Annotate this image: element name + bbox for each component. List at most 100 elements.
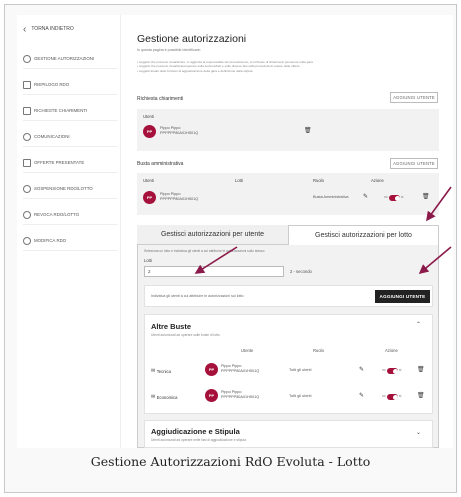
row-category: ✉ Tecnica: [151, 368, 171, 374]
toggle-off-label: no: [382, 394, 386, 398]
lotto-tab-panel: Seleziona un lotto e individua gli utent…: [137, 245, 439, 448]
toggle-knob: [393, 368, 398, 374]
sidebar-item-label: SOSPENSIONE RDO/LOTTO: [34, 186, 93, 191]
back-link[interactable]: ‹ TORNA INDIETRO: [23, 21, 115, 37]
pencil-icon[interactable]: ✎: [359, 392, 364, 399]
page-title: Gestione autorizzazioni: [137, 33, 247, 45]
avatar: PP: [143, 125, 156, 138]
category-label: Tecnica: [156, 368, 171, 374]
sidebar-item-modifica-rdo[interactable]: MODIFICA RDO: [23, 231, 117, 251]
accordion-title[interactable]: Altre Buste: [151, 322, 191, 331]
sidebar-item-label: COMUNICAZIONI: [34, 134, 70, 139]
user-code: PPPPPP80A01H501Q: [160, 130, 199, 135]
avatar: PP: [143, 191, 156, 204]
sidebar-item-gestione-autorizzazioni[interactable]: GESTIONE AUTORIZZAZIONI: [23, 49, 117, 69]
chevron-up-icon[interactable]: ⌃: [416, 321, 421, 328]
permission-toggle[interactable]: no si: [382, 368, 402, 374]
toggle-on-label: si: [401, 195, 404, 199]
busta-users-box: Utenti Lotti Ruolo Azione PP Pippo Pippo…: [137, 173, 439, 215]
user-role: Tutti gli utenti: [289, 394, 312, 398]
aggiudicazione-accordion: Aggiudicazione e Stipula Utenti autorizz…: [144, 420, 433, 448]
sidebar-item-label: MODIFICA RDO: [34, 238, 67, 243]
avatar: PP: [205, 389, 218, 402]
lotto-instruction: Seleziona un lotto e individua gli utent…: [144, 249, 265, 253]
sidebar-item-offerte-presentate[interactable]: OFFERTE PRESENTATE: [23, 153, 117, 173]
toggle-knob: [395, 195, 400, 201]
toggle-off-label: no: [382, 368, 386, 372]
sidebar-item-label: GESTIONE AUTORIZZAZIONI: [34, 56, 95, 61]
permission-toggle[interactable]: no si: [384, 195, 404, 201]
toggle-knob: [393, 394, 398, 400]
figure-frame: ‹ TORNA INDIETRO GESTIONE AUTORIZZAZIONI…: [4, 4, 457, 493]
column-header-utenti: Utenti: [143, 178, 154, 183]
sidebar-item-label: REVOCA RDO/LOTTO: [34, 212, 80, 217]
people-icon: [23, 132, 31, 141]
chevron-left-icon: ‹: [23, 23, 27, 35]
column-header-lotti: Lotti: [235, 178, 243, 183]
cancel-icon: [23, 210, 31, 219]
app-screenshot: ‹ TORNA INDIETRO GESTIONE AUTORIZZAZIONI…: [17, 15, 453, 448]
document-icon: [23, 80, 31, 89]
chevron-down-icon[interactable]: ⌄: [416, 429, 421, 436]
row-category: ✉ Economica: [151, 394, 177, 400]
trash-icon[interactable]: 🗑: [417, 366, 425, 373]
user-role: Tutti gli utenti: [289, 368, 312, 372]
column-header-azione: Azione: [371, 178, 384, 183]
user-role: Busta Amministrativa: [313, 195, 349, 199]
pencil-icon[interactable]: ✎: [359, 366, 364, 373]
individua-text: Individua gli utenti a cui attribuire le…: [151, 294, 244, 298]
column-header-ruolo: Ruolo: [313, 178, 324, 183]
users-label: Utenti: [143, 114, 154, 119]
main-content: Gestione autorizzazioni In questa pagina…: [127, 15, 445, 448]
people-icon: [23, 236, 31, 245]
chat-icon: [23, 106, 31, 115]
user-info: Pippo Pippo PPPPPP80A01H501Q: [221, 364, 259, 373]
people-icon: [23, 54, 31, 63]
user-code: PPPPPP80A01H501Q: [221, 368, 260, 373]
section-title-richiesta: Richiesta chiarimenti: [137, 96, 184, 102]
accordion-subtitle: Utenti autorizzati ad operare nelle fasi…: [151, 438, 246, 442]
category-label: Economica: [156, 394, 178, 400]
sidebar-item-riepilogo-rdo[interactable]: RIEPILOGO RDO: [23, 75, 117, 95]
figure-caption: Gestione Autorizzazioni RdO Evoluta - Lo…: [90, 454, 371, 469]
lotti-select[interactable]: 2: [144, 266, 284, 277]
column-header-azione: Azione: [385, 348, 398, 353]
add-user-button[interactable]: AGGIUNGI UTENTE: [390, 92, 438, 103]
column-header-utente: Utente: [241, 348, 254, 353]
trash-icon[interactable]: 🗑: [304, 127, 312, 134]
sidebar-item-label: RIEPILOGO RDO: [34, 82, 70, 87]
document-icon: [23, 158, 31, 167]
sidebar-item-sospensione[interactable]: SOSPENSIONE RDO/LOTTO: [23, 179, 117, 199]
sidebar-item-comunicazioni[interactable]: COMUNICAZIONI: [23, 127, 117, 147]
tab-per-lotto[interactable]: Gestisci autorizzazioni per lotto: [288, 225, 439, 245]
envelope-icon: ✉: [151, 394, 156, 400]
trash-icon[interactable]: 🗑: [422, 193, 430, 200]
accordion-subtitle: Utenti autorizzati ad operare sulle bust…: [151, 333, 220, 337]
sidebar-item-revoca[interactable]: REVOCA RDO/LOTTO: [23, 205, 117, 225]
toggle-off-label: no: [384, 195, 388, 199]
accordion-title[interactable]: Aggiudicazione e Stipula: [151, 427, 240, 436]
toggle-on-label: si: [399, 368, 402, 372]
lotti-label: Lotti: [144, 258, 152, 263]
permission-toggle[interactable]: no si: [382, 394, 402, 400]
tab-per-utente[interactable]: Gestisci autorizzazioni per utente: [137, 225, 288, 245]
individua-box: Individua gli utenti a cui attribuire le…: [144, 285, 433, 307]
pencil-icon[interactable]: ✎: [363, 193, 368, 200]
add-user-button[interactable]: AGGIUNGI UTENTE: [390, 158, 438, 169]
trash-icon[interactable]: 🗑: [417, 392, 425, 399]
section-title-busta: Busta amministrativa: [137, 161, 184, 167]
sidebar-item-richieste-chiarimenti[interactable]: RICHIESTE CHIARIMENTI: [23, 101, 117, 121]
sidebar-item-label: RICHIESTE CHIARIMENTI: [34, 108, 88, 113]
info-notes: • soggetti che possono visualizzare, in …: [137, 60, 427, 73]
toggle-on-label: si: [399, 394, 402, 398]
altre-buste-accordion: Altre Buste Utenti autorizzati ad operar…: [144, 314, 433, 414]
add-user-button[interactable]: AGGIUNGI UTENTE: [375, 290, 430, 303]
envelope-icon: ✉: [151, 368, 156, 374]
user-code: PPPPPP80A01H501Q: [160, 196, 199, 201]
user-code: PPPPPP80A01H501Q: [221, 394, 260, 399]
page-subtitle: In questa pagina è possibile identificar…: [137, 48, 201, 52]
pause-icon: [23, 184, 31, 193]
sidebar: ‹ TORNA INDIETRO GESTIONE AUTORIZZAZIONI…: [17, 15, 121, 448]
user-info: Pippo Pippo PPPPPP80A01H501Q: [160, 192, 198, 201]
sidebar-item-label: OFFERTE PRESENTATE: [34, 160, 85, 165]
